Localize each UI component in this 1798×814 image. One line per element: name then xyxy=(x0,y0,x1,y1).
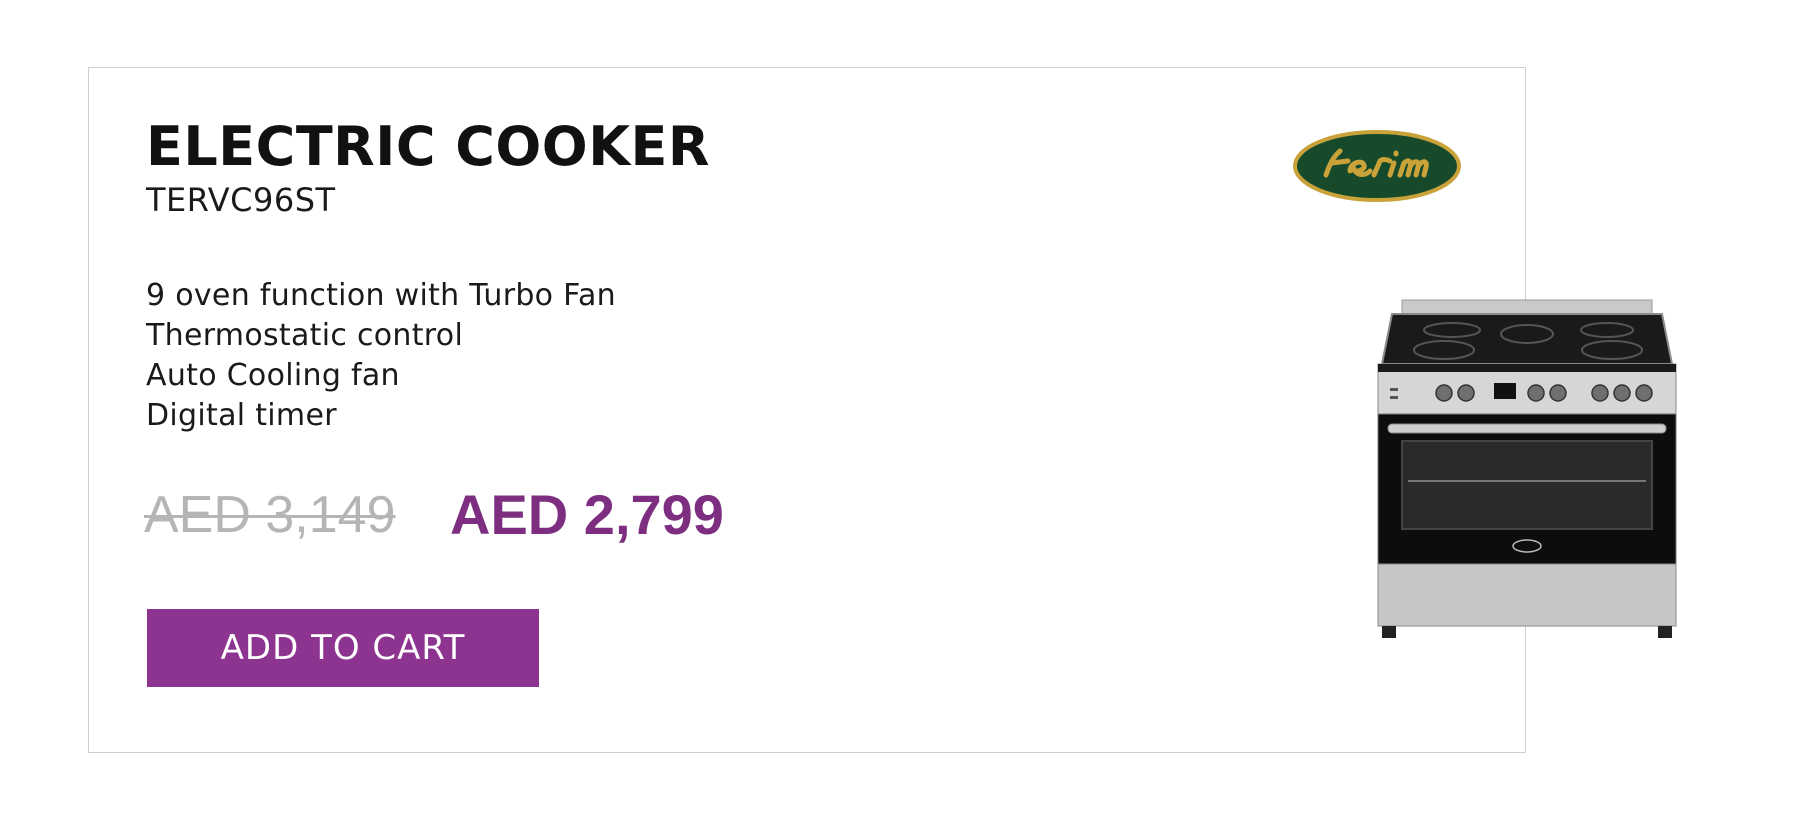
feature-item: Thermostatic control xyxy=(146,318,464,353)
product-title: ELECTRIC COOKER xyxy=(146,115,711,178)
feature-item: 9 oven function with Turbo Fan xyxy=(146,278,616,313)
cooker-image xyxy=(1377,299,1677,638)
add-to-cart-button[interactable]: ADD TO CART xyxy=(147,609,539,687)
feature-list: 9 oven function with Turbo Fan Thermosta… xyxy=(146,276,616,436)
product-page: ELECTRIC COOKER TERVC96ST 9 oven functio… xyxy=(0,0,1798,814)
old-price: AED 3,149 xyxy=(144,486,396,544)
sale-price: AED 2,799 xyxy=(450,483,724,546)
feature-item: Auto Cooling fan xyxy=(146,358,400,393)
product-model: TERVC96ST xyxy=(146,181,336,219)
brand-logo xyxy=(1293,130,1461,202)
feature-item: Digital timer xyxy=(146,398,337,433)
